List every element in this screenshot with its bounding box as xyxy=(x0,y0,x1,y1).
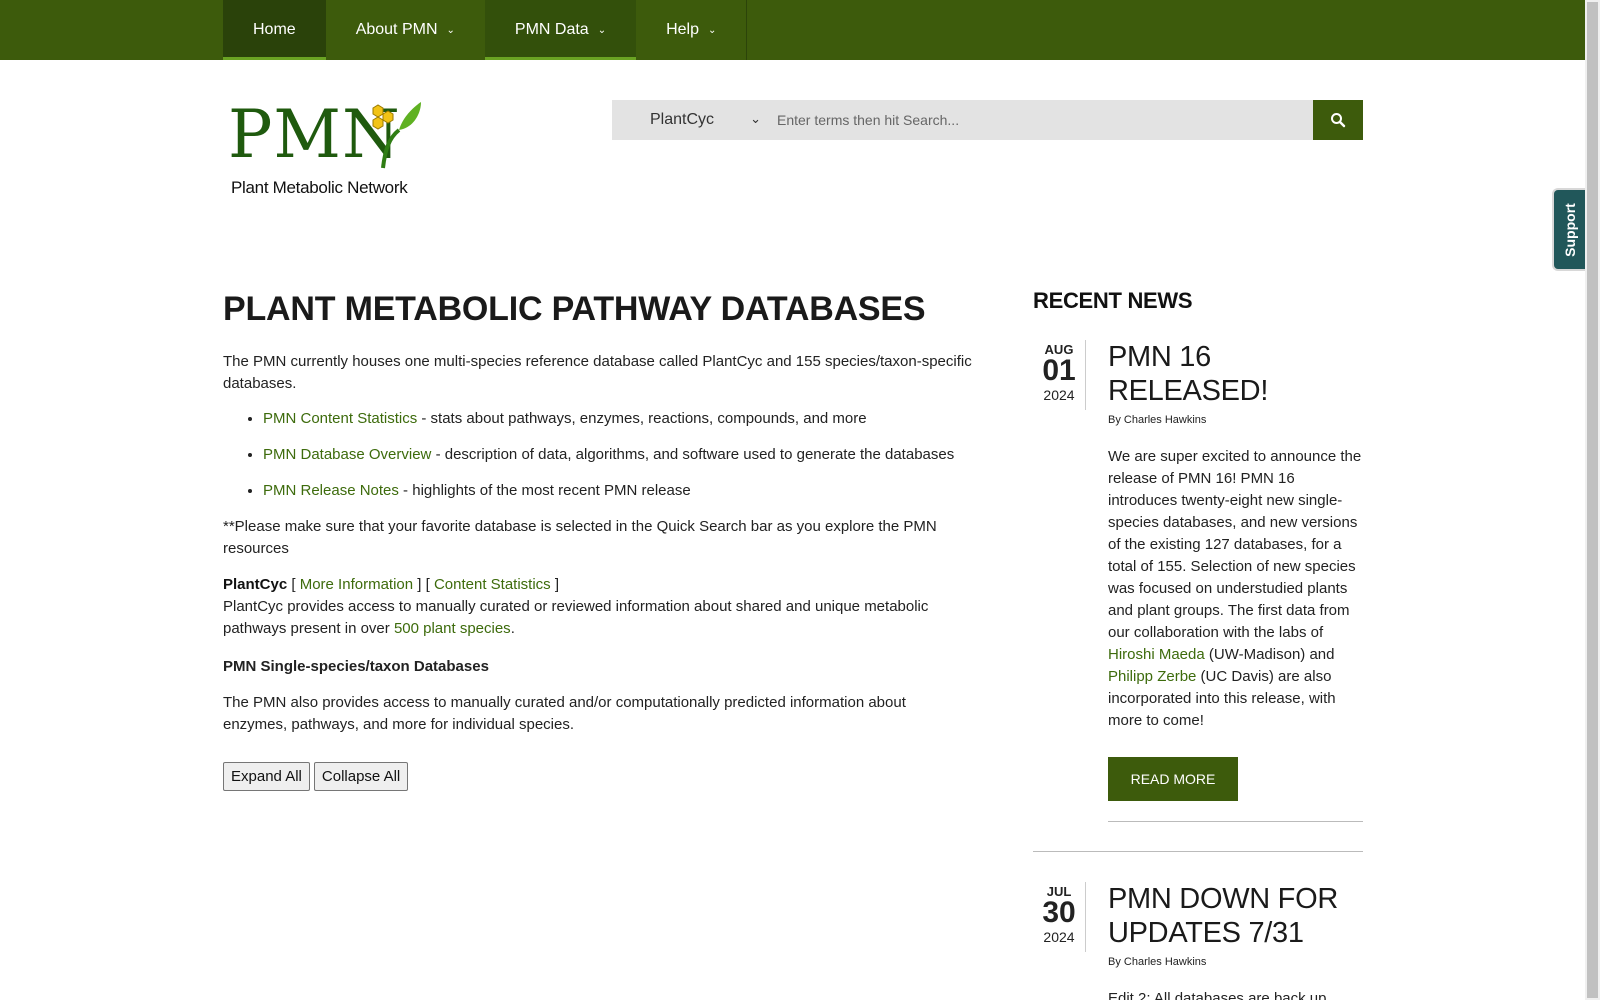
nav-help[interactable]: Help ⌄ xyxy=(636,0,746,60)
nav-menu: Home About PMN ⌄ PMN Data ⌄ Help ⌄ xyxy=(223,0,748,60)
bracket-text: ] [ xyxy=(413,576,434,593)
expand-all-button[interactable]: Expand All xyxy=(223,762,310,791)
expand-collapse-buttons: Expand All Collapse All xyxy=(223,762,973,791)
content-statistics-link[interactable]: PMN Content Statistics xyxy=(263,410,417,427)
read-more-button[interactable]: READ MORE xyxy=(1108,757,1238,801)
intro-text: The PMN currently houses one multi-speci… xyxy=(223,353,972,392)
news-excerpt: Edit 2: All databases are back up again xyxy=(1108,990,1327,1000)
top-navbar: Home About PMN ⌄ PMN Data ⌄ Help ⌄ xyxy=(0,0,1585,60)
pmn-logo[interactable]: PMN Plant Metabolic Network xyxy=(228,100,421,200)
search-icon xyxy=(1331,113,1346,128)
single-species-description: The PMN also provides access to manually… xyxy=(223,694,906,733)
chevron-down-icon: ⌄ xyxy=(597,24,607,36)
vertical-scrollbar[interactable] xyxy=(1585,0,1600,1000)
list-item: PMN Content Statistics - stats about pat… xyxy=(263,408,973,430)
chevron-down-icon: ⌄ xyxy=(707,24,717,36)
nav-home[interactable]: Home xyxy=(223,0,326,60)
list-item-text: - description of data, algorithms, and s… xyxy=(431,446,955,463)
plant-species-link[interactable]: 500 plant species xyxy=(394,620,511,637)
chevron-down-icon: ⌄ xyxy=(750,111,761,126)
scrollbar-thumb[interactable] xyxy=(1587,2,1598,998)
news-title[interactable]: PMN 16 RELEASED! xyxy=(1108,340,1363,408)
chevron-down-icon: ⌄ xyxy=(446,24,455,36)
resource-list: PMN Content Statistics - stats about pat… xyxy=(223,408,973,502)
news-body: PMN 16 RELEASED! By Charles Hawkins We a… xyxy=(1108,340,1363,822)
plantcyc-content-stats-link[interactable]: Content Statistics xyxy=(434,576,551,593)
news-author: By Charles Hawkins xyxy=(1108,414,1207,426)
plantcyc-name: PlantCyc xyxy=(223,576,288,593)
support-label: Support xyxy=(1561,202,1578,257)
nav-pmn-data[interactable]: PMN Data ⌄ xyxy=(484,0,637,60)
list-item-text: - highlights of the most recent PMN rele… xyxy=(398,482,691,499)
search-input[interactable] xyxy=(767,100,1313,140)
database-select-value: PlantCyc xyxy=(650,111,715,128)
bracket-text: ] xyxy=(550,576,560,593)
nav-pmn-data-label: PMN Data xyxy=(514,21,589,38)
excerpt-text: We are super excited to announce the rel… xyxy=(1108,448,1362,641)
sprout-icon xyxy=(372,102,421,169)
collapse-all-button[interactable]: Collapse All xyxy=(313,762,409,791)
quick-search-note: **Please make sure that your favorite da… xyxy=(223,518,937,557)
description-text: PlantCyc provides access to manually cur… xyxy=(223,598,929,637)
list-item: PMN Release Notes - highlights of the mo… xyxy=(263,480,973,502)
date-year: 2024 xyxy=(1043,929,1075,945)
list-item-text: - stats about pathways, enzymes, reactio… xyxy=(417,410,867,427)
quick-search: PlantCyc ⌄ xyxy=(612,100,1363,140)
bracket-text: [ xyxy=(287,576,300,593)
news-date: AUG 01 2024 xyxy=(1033,340,1086,410)
date-day: 01 xyxy=(1042,354,1076,387)
news-excerpt: We are super excited to announce the rel… xyxy=(1108,446,1363,732)
news-body: PMN DOWN FOR UPDATES 7/31 By Charles Haw… xyxy=(1108,882,1363,1000)
news-author: By Charles Hawkins xyxy=(1108,956,1207,968)
plantcyc-more-info-link[interactable]: More Information xyxy=(300,576,413,593)
database-overview-link[interactable]: PMN Database Overview xyxy=(263,446,431,463)
excerpt-text: (UW-Madison) and xyxy=(1204,646,1335,663)
hiroshi-maeda-link[interactable]: Hiroshi Maeda xyxy=(1108,646,1205,663)
database-select[interactable]: PlantCyc ⌄ xyxy=(612,100,767,140)
nav-home-label: Home xyxy=(253,21,296,38)
logo-subtitle: Plant Metabolic Network xyxy=(231,178,408,197)
plantcyc-header: PlantCyc [ More Information ] [ Content … xyxy=(223,574,973,596)
release-notes-link[interactable]: PMN Release Notes xyxy=(263,482,399,499)
plantcyc-description: PlantCyc provides access to manually cur… xyxy=(223,596,973,640)
support-tab[interactable]: Support xyxy=(1552,188,1585,271)
page-title: PLANT METABOLIC PATHWAY DATABASES xyxy=(223,290,926,328)
nav-help-label: Help xyxy=(666,21,699,38)
date-year: 2024 xyxy=(1043,387,1075,403)
recent-news: RECENT NEWS AUG 01 2024 PMN 16 RELEASED!… xyxy=(1033,288,1363,822)
philipp-zerbe-link[interactable]: Philipp Zerbe xyxy=(1108,668,1196,685)
nav-about-label: About PMN xyxy=(355,21,438,38)
nav-divider xyxy=(746,0,748,60)
divider xyxy=(1108,821,1363,822)
single-species-heading: PMN Single-species/taxon Databases xyxy=(223,658,489,675)
search-button[interactable] xyxy=(1313,100,1363,140)
news-date: JUL 30 2024 xyxy=(1033,882,1086,952)
news-title[interactable]: PMN DOWN FOR UPDATES 7/31 xyxy=(1108,882,1363,950)
divider xyxy=(1033,851,1363,852)
main-content: PLANT METABOLIC PATHWAY DATABASES The PM… xyxy=(223,285,973,791)
description-text: . xyxy=(510,620,515,637)
list-item: PMN Database Overview - description of d… xyxy=(263,444,973,466)
news-heading: RECENT NEWS xyxy=(1033,288,1193,313)
nav-about[interactable]: About PMN ⌄ xyxy=(326,0,485,60)
date-day: 30 xyxy=(1042,896,1076,929)
